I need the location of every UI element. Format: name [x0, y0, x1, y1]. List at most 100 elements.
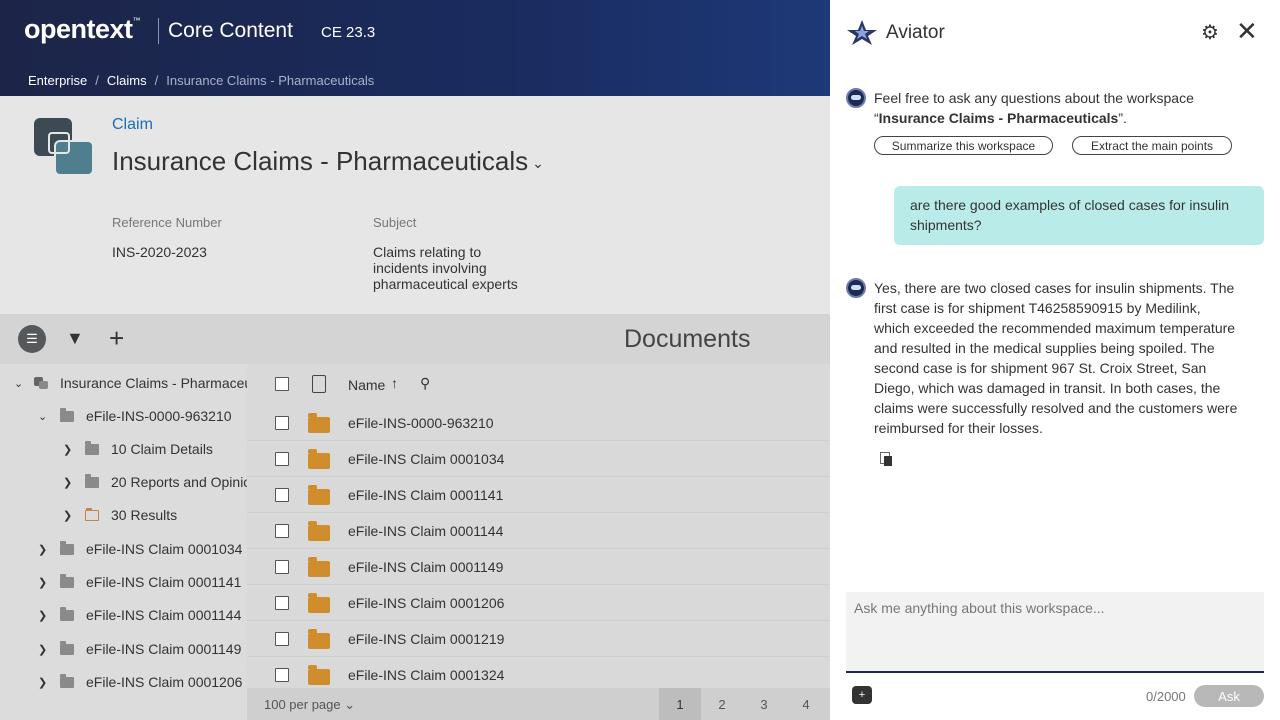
chevron-right-icon[interactable]: ❯: [63, 443, 79, 456]
tree-item[interactable]: ❯ eFile-INS Claim 0001149: [38, 639, 241, 659]
folder-icon: [308, 449, 330, 469]
document-name[interactable]: eFile-INS Claim 0001034: [348, 451, 504, 467]
chevron-down-icon[interactable]: ⌄: [14, 377, 30, 390]
row-checkbox[interactable]: [275, 488, 289, 502]
documents-heading: Documents: [624, 325, 751, 353]
chevron-right-icon[interactable]: ❯: [38, 676, 54, 689]
folder-icon: [308, 413, 330, 433]
chat-input[interactable]: [846, 592, 1264, 671]
document-name[interactable]: eFile-INS Claim 0001141: [348, 487, 503, 503]
chevron-right-icon[interactable]: ❯: [38, 576, 54, 589]
folder-icon: [60, 606, 74, 621]
breadcrumb-separator: /: [154, 73, 159, 88]
page-button[interactable]: 3: [743, 688, 785, 720]
tree-item[interactable]: ⌄ eFile-INS-0000-963210: [38, 406, 232, 426]
user-message: are there good examples of closed cases …: [894, 186, 1264, 245]
chevron-down-icon[interactable]: ⌄: [532, 155, 544, 172]
copy-icon[interactable]: [880, 452, 894, 466]
document-name[interactable]: eFile-INS Claim 0001219: [348, 631, 504, 647]
bot-avatar: [846, 88, 866, 108]
row-checkbox[interactable]: [275, 452, 289, 466]
workspace-header: Claim Insurance Claims - Pharmaceuticals…: [0, 96, 830, 314]
tree-item[interactable]: ❯ eFile-INS Claim 0001206: [38, 672, 242, 692]
bot-answer-message: Yes, there are two closed cases for insu…: [874, 280, 1238, 436]
tree-item[interactable]: ❯ 20 Reports and Opinions: [63, 472, 247, 492]
tree-view-button[interactable]: ☰: [18, 325, 46, 353]
select-all-checkbox[interactable]: [275, 377, 289, 391]
row-checkbox[interactable]: [275, 560, 289, 574]
documents-toolbar: ☰ ▼ + Documents: [0, 314, 830, 364]
row-checkbox[interactable]: [275, 596, 289, 610]
chevron-right-icon[interactable]: ❯: [63, 476, 79, 489]
add-icon[interactable]: +: [109, 323, 124, 354]
app-name: Core Content: [168, 19, 293, 42]
sort-ascending-icon[interactable]: ↑: [391, 375, 398, 391]
chevron-down-icon[interactable]: ⌄: [38, 410, 54, 423]
table-row[interactable]: eFile-INS-0000-963210: [247, 405, 830, 441]
folder-open-icon: [85, 507, 99, 521]
subject-value: Claims relating to incidents involving p…: [373, 244, 518, 292]
close-icon[interactable]: ✕: [1236, 16, 1258, 47]
chevron-right-icon[interactable]: ❯: [38, 643, 54, 656]
document-list: Name ↑ ⚲ eFile-INS-0000-963210 eFile-INS…: [247, 364, 830, 720]
tree-root[interactable]: ⌄ Insurance Claims - Pharmaceuticals: [14, 373, 247, 393]
document-name[interactable]: eFile-INS Claim 0001149: [348, 559, 503, 575]
document-name[interactable]: eFile-INS Claim 0001324: [348, 667, 504, 683]
chevron-down-icon: ⌄: [344, 697, 356, 712]
tree-item[interactable]: ❯ eFile-INS Claim 0001144: [38, 605, 241, 625]
table-row[interactable]: eFile-INS Claim 0001034: [247, 441, 830, 477]
breadcrumb-claims[interactable]: Claims: [107, 73, 147, 88]
breadcrumb: Enterprise / Claims / Insurance Claims -…: [28, 73, 374, 88]
summarize-workspace-button[interactable]: Summarize this workspace: [874, 136, 1053, 155]
gear-icon[interactable]: ⚙: [1201, 20, 1219, 45]
page-button[interactable]: 2: [701, 688, 743, 720]
folder-icon: [308, 521, 330, 541]
filter-icon[interactable]: ▼: [66, 328, 84, 349]
tree-item[interactable]: ❯ 30 Results: [63, 505, 177, 525]
name-column-header[interactable]: Name: [348, 377, 385, 393]
table-row[interactable]: eFile-INS Claim 0001141: [247, 477, 830, 513]
tree-item[interactable]: ❯ 10 Claim Details: [63, 439, 213, 459]
new-chat-icon[interactable]: +: [852, 686, 872, 704]
folder-icon: [308, 665, 330, 685]
aviator-title: Aviator: [886, 22, 945, 43]
breadcrumb-separator: /: [95, 73, 99, 88]
table-row[interactable]: eFile-INS Claim 0001149: [247, 549, 830, 585]
tree-pane: ⌄ Insurance Claims - Pharmaceuticals ⌄ e…: [0, 364, 247, 720]
pagination: 100 per page ⌄ 1 2 3 4: [247, 688, 830, 720]
breadcrumb-enterprise[interactable]: Enterprise: [28, 73, 87, 88]
aviator-panel: Aviator ⚙ ✕ Feel free to ask any questio…: [830, 0, 1280, 720]
document-name[interactable]: eFile-INS Claim 0001144: [348, 523, 503, 539]
tree-item[interactable]: ❯ eFile-INS Claim 0001034: [38, 539, 242, 559]
opentext-logo[interactable]: opentext™: [24, 14, 140, 45]
folder-icon: [308, 629, 330, 649]
bot-intro-message: Feel free to ask any questions about the…: [874, 90, 1194, 126]
folder-icon: [308, 557, 330, 577]
chevron-right-icon[interactable]: ❯: [38, 609, 54, 622]
document-name[interactable]: eFile-INS Claim 0001206: [348, 595, 504, 611]
page-button[interactable]: 4: [785, 688, 827, 720]
row-checkbox[interactable]: [275, 668, 289, 682]
row-checkbox[interactable]: [275, 416, 289, 430]
row-checkbox[interactable]: [275, 632, 289, 646]
folder-icon: [85, 440, 99, 455]
ask-button[interactable]: Ask: [1194, 685, 1264, 707]
table-row[interactable]: eFile-INS Claim 0001206: [247, 585, 830, 621]
folder-icon: [60, 673, 74, 688]
reference-number-label: Reference Number: [112, 215, 222, 230]
search-icon[interactable]: ⚲: [420, 375, 430, 392]
extract-main-points-button[interactable]: Extract the main points: [1072, 136, 1232, 155]
page-button[interactable]: 1: [659, 688, 701, 720]
chevron-right-icon[interactable]: ❯: [38, 543, 54, 556]
document-type-icon: [312, 375, 326, 393]
table-row[interactable]: eFile-INS Claim 0001144: [247, 513, 830, 549]
per-page-select[interactable]: 100 per page ⌄: [264, 697, 355, 713]
workspace-title[interactable]: Insurance Claims - Pharmaceuticals ⌄: [112, 146, 544, 177]
tree-item[interactable]: ❯ eFile-INS Claim 0001141: [38, 572, 241, 592]
row-checkbox[interactable]: [275, 524, 289, 538]
document-name[interactable]: eFile-INS-0000-963210: [348, 415, 494, 431]
table-row[interactable]: eFile-INS Claim 0001219: [247, 621, 830, 657]
workspace-type-link[interactable]: Claim: [112, 116, 153, 134]
chevron-right-icon[interactable]: ❯: [63, 509, 79, 522]
workspace-icon: [34, 118, 94, 176]
